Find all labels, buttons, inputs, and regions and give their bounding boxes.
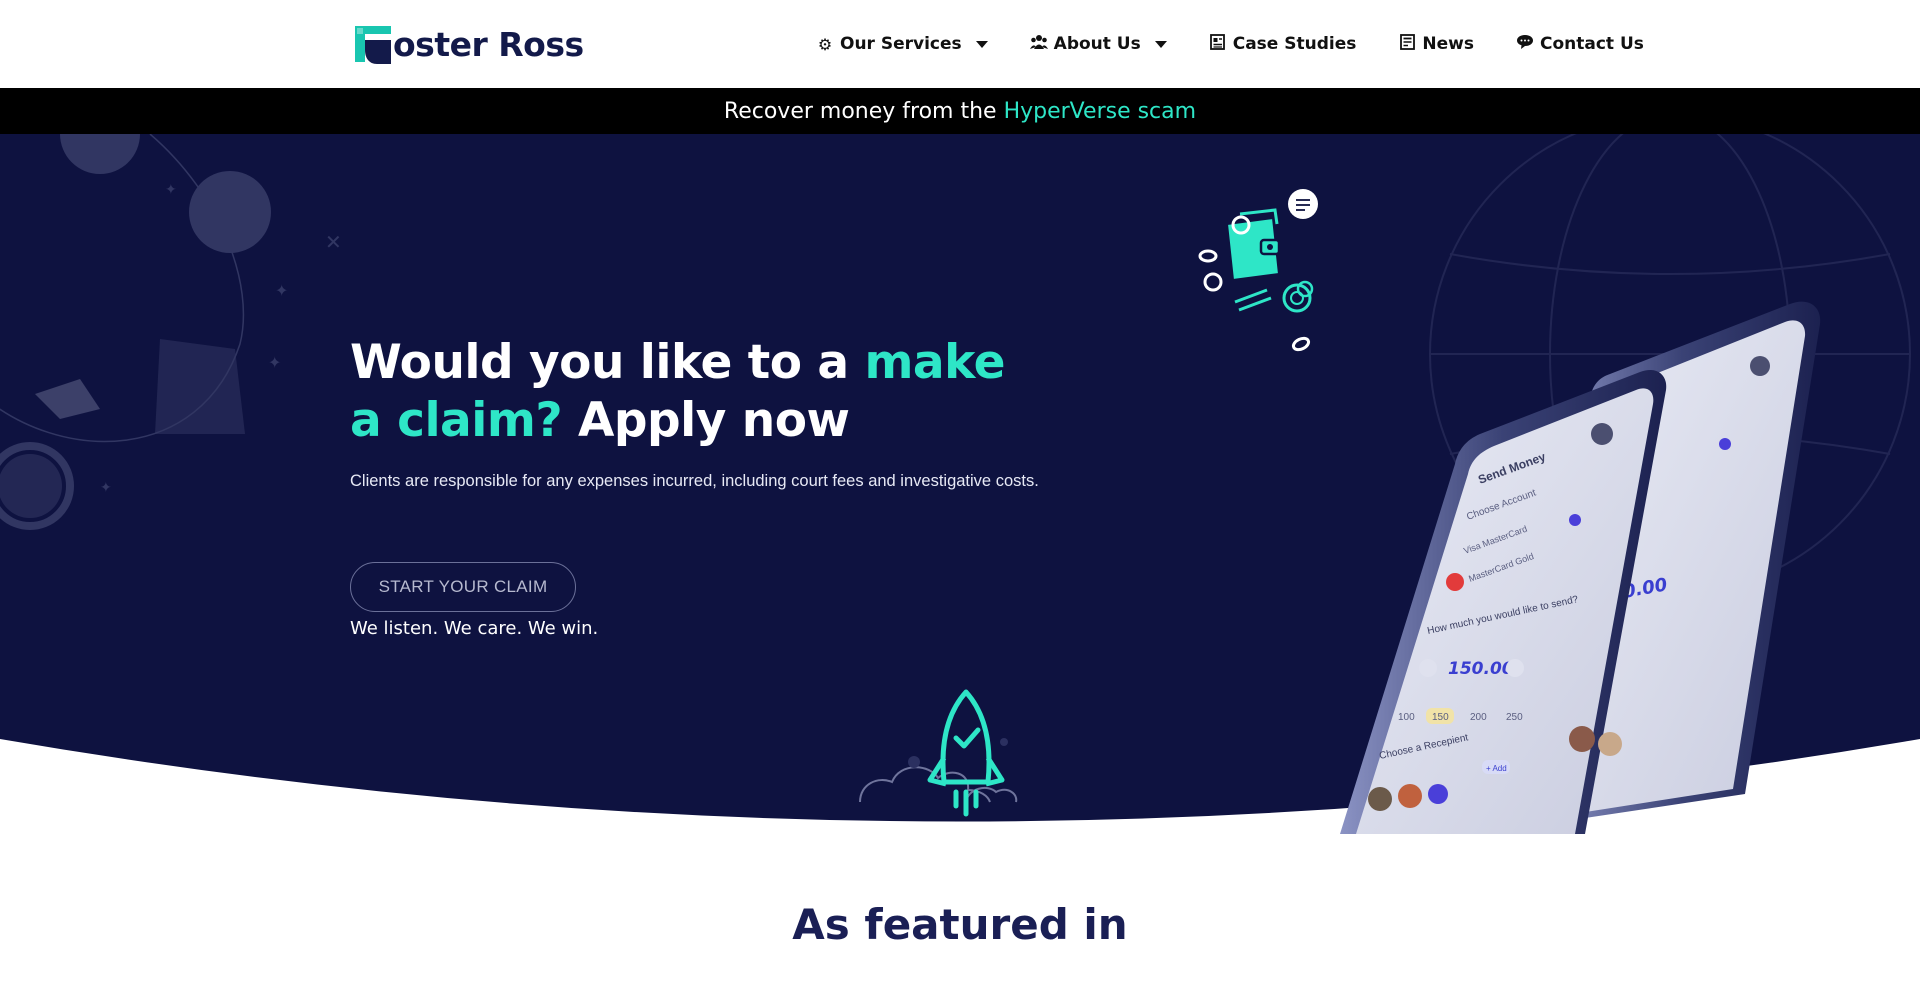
app-amount: 150.00 — [1448, 659, 1514, 679]
announcement-bar[interactable]: Recover money from the HyperVerse scam — [0, 88, 1920, 134]
svg-text:✦: ✦ — [275, 281, 288, 300]
app-preset-1: 150 — [1432, 712, 1449, 723]
nav-news[interactable]: News — [1398, 34, 1474, 54]
caret-down-icon[interactable] — [975, 40, 988, 48]
nav-contact-us[interactable]: Contact Us — [1516, 34, 1644, 54]
nav-our-services[interactable]: ⚙ Our Services — [816, 34, 988, 54]
app-preset-3: 250 — [1506, 712, 1523, 723]
logo[interactable]: oster Ross — [351, 20, 584, 68]
nav-case-studies[interactable]: Case Studies — [1209, 34, 1357, 54]
hero-subtitle: Clients are responsible for any expenses… — [350, 472, 1039, 490]
brand-name: oster Ross — [393, 24, 584, 64]
document-icon — [1398, 34, 1416, 54]
hero-title: Would you like to a make a claim? Apply … — [350, 334, 1030, 450]
gear-icon: ⚙ — [817, 34, 833, 54]
app-preset-2: 200 — [1470, 712, 1487, 723]
svg-text:✕: ✕ — [325, 230, 342, 254]
site-header: oster Ross ⚙ Our Services About Us Case … — [0, 0, 1920, 88]
svg-text:✦: ✦ — [100, 480, 112, 496]
nav-label: Our Services — [840, 34, 962, 54]
announcement-text: Recover money from the — [723, 98, 997, 124]
hero-title-part1: Would you like to a — [350, 335, 865, 390]
nav-label: Contact Us — [1539, 34, 1644, 54]
caret-down-icon[interactable] — [1154, 40, 1167, 48]
svg-text:✦: ✦ — [165, 182, 177, 198]
newspaper-icon — [1209, 34, 1227, 54]
logo-mark-icon — [355, 26, 391, 64]
announcement-highlight-link[interactable]: HyperVerse scam — [1004, 99, 1197, 124]
hero-section: ✕ ✦ ✦ ✦ ✦ 50.00 Send Money Choose Accoun… — [0, 134, 1920, 834]
nav-label: Case Studies — [1232, 34, 1357, 54]
svg-text:✦: ✦ — [268, 353, 281, 372]
hero-tagline: We listen. We care. We win. — [350, 618, 599, 639]
app-preset-0: 100 — [1398, 712, 1415, 723]
nav-label: News — [1422, 34, 1474, 54]
featured-heading: As featured in — [792, 900, 1128, 949]
chat-bubble-icon — [1516, 34, 1534, 54]
nav-about-us[interactable]: About Us — [1029, 34, 1167, 54]
hero-title-part2: Apply now — [562, 393, 850, 448]
app-add-label: + Add — [1486, 764, 1507, 773]
main-nav: ⚙ Our Services About Us Case Studies New… — [816, 0, 1644, 88]
start-claim-button[interactable]: START YOUR CLAIM — [350, 562, 576, 612]
people-icon — [1029, 34, 1048, 54]
nav-label: About Us — [1053, 34, 1141, 54]
